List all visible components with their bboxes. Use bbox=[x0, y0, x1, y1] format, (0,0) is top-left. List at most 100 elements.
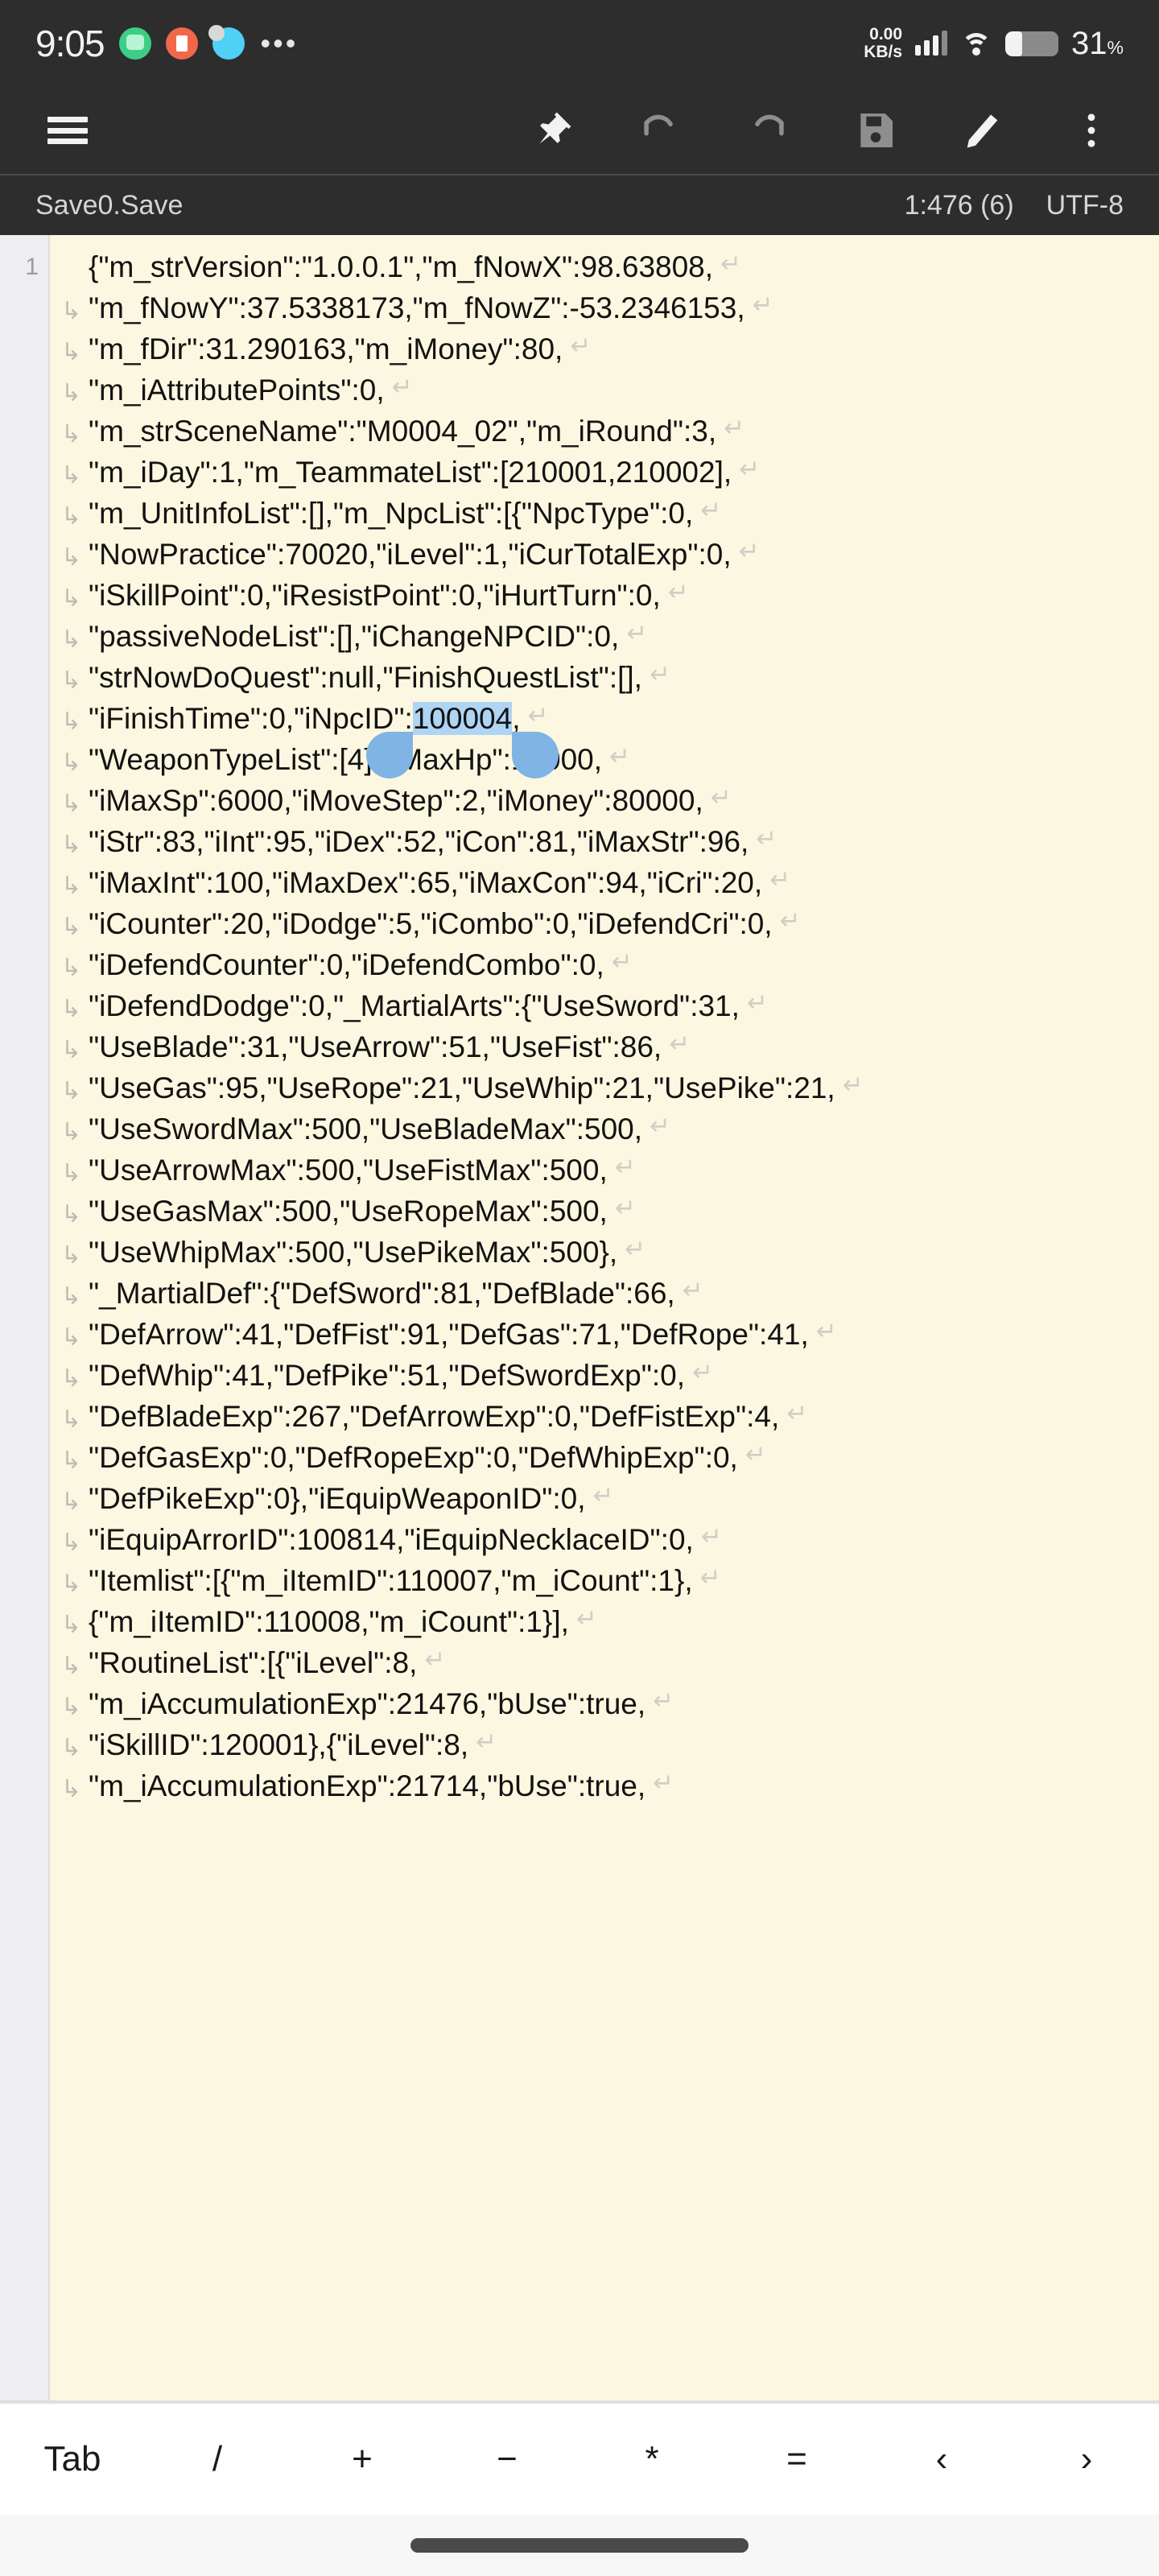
code-line[interactable]: ↳ "NowPractice":70020,"iLevel":1,"iCurTot… bbox=[50, 534, 1159, 575]
wrap-continuation-icon: ↳ bbox=[61, 1324, 82, 1351]
wrap-continuation-icon: ↳ bbox=[61, 1160, 82, 1187]
code-line[interactable]: ↳ "DefPikeExp":0},"iEquipWeaponID":0, ↵ bbox=[50, 1478, 1159, 1519]
code-line[interactable]: ↳{"m_strVersion":"1.0.0.1","m_fNowX":98.… bbox=[50, 246, 1159, 287]
line-number-blank bbox=[0, 985, 48, 1026]
soft-wrap-arrow-icon: ↵ bbox=[653, 1686, 674, 1715]
code-content-area[interactable]: ↳ {"m_strVersion":"1.0.0.1","m_fNowX":98.… bbox=[50, 235, 1159, 2402]
wrap-continuation-icon: ↳ bbox=[61, 1447, 82, 1474]
code-line[interactable]: ↳ "m_fNowY":37.5338173,"m_fNowZ":-53.2346… bbox=[50, 287, 1159, 328]
network-speed-indicator: 0.00 KB/s bbox=[864, 25, 902, 61]
soft-wrap-arrow-icon: ↵ bbox=[649, 660, 670, 688]
key-tab[interactable]: Tab bbox=[0, 2442, 145, 2477]
line-number-blank bbox=[0, 739, 48, 780]
wrap-continuation-icon: ↳ bbox=[61, 503, 82, 530]
code-line[interactable]: ↳ "m_iAccumulationExp":21476,"bUse":true,… bbox=[50, 1683, 1159, 1724]
code-line[interactable]: ↳ "m_iAccumulationExp":21714,"bUse":true,… bbox=[50, 1765, 1159, 1806]
code-line[interactable]: ↳ "UseGas":95,"UseRope":21,"UseWhip":21,"… bbox=[50, 1067, 1159, 1108]
code-line[interactable]: ↳ {"m_iItemID":110008,"m_iCount":1}], ↵ bbox=[50, 1601, 1159, 1642]
soft-wrap-arrow-icon: ↵ bbox=[692, 1358, 713, 1386]
line-number-blank bbox=[0, 1232, 48, 1273]
code-line[interactable]: ↳ "UseSwordMax":500,"UseBladeMax":500, ↵ bbox=[50, 1108, 1159, 1150]
key-plus[interactable]: + bbox=[290, 2442, 435, 2477]
line-number: 1 bbox=[25, 254, 39, 280]
code-line[interactable]: ↳ "iStr":83,"iInt":95,"iDex":52,"iCon":81… bbox=[50, 821, 1159, 862]
wrap-continuation-icon: ↳ bbox=[61, 832, 82, 858]
code-text: "iDefendDodge":0,"_MartialArts":{"UseSwo… bbox=[89, 989, 740, 1022]
soft-wrap-arrow-icon: ↵ bbox=[476, 1728, 497, 1756]
wrap-continuation-icon: ↳ bbox=[61, 1119, 82, 1146]
soft-wrap-arrow-icon: ↵ bbox=[527, 701, 549, 729]
code-text: "DefWhip":41,"DefPike":51,"DefSwordExp":… bbox=[89, 1359, 686, 1392]
code-text: "UseArrowMax":500,"UseFistMax":500, bbox=[89, 1154, 608, 1187]
code-line[interactable]: ↳ "RoutineList":[{"iLevel":8, ↵ bbox=[50, 1642, 1159, 1683]
code-line[interactable]: ↳ "iDefendCounter":0,"iDefendCombo":0, ↵ bbox=[50, 944, 1159, 985]
soft-wrap-arrow-icon: ↵ bbox=[720, 250, 742, 278]
code-line[interactable]: ↳ "m_strSceneName":"M0004_02","m_iRound":… bbox=[50, 411, 1159, 452]
code-line[interactable]: ↳ "m_fDir":31.290163,"m_iMoney":80, ↵ bbox=[50, 328, 1159, 369]
code-line[interactable]: ↳ "iDefendDodge":0,"_MartialArts":{"UseSw… bbox=[50, 985, 1159, 1026]
selected-text[interactable]: 100004 bbox=[412, 702, 513, 735]
soft-wrap-arrow-icon: ↵ bbox=[611, 947, 633, 976]
soft-wrap-arrow-icon: ↵ bbox=[609, 742, 631, 770]
code-line[interactable]: ↳ "UseBlade":31,"UseArrow":51,"UseFist":8… bbox=[50, 1026, 1159, 1067]
line-number-gutter: 1 bbox=[0, 235, 50, 2402]
redo-icon bbox=[755, 114, 784, 136]
code-line[interactable]: ↳ "iSkillID":120001},{"iLevel":8, ↵ bbox=[50, 1724, 1159, 1765]
code-line[interactable]: ↳ "iMaxInt":100,"iMaxDex":65,"iMaxCon":94… bbox=[50, 862, 1159, 903]
soft-wrap-arrow-icon: ↵ bbox=[746, 989, 768, 1017]
symbol-key-row[interactable]: Tab / + − * = ‹ › bbox=[0, 2402, 1159, 2515]
code-text: "iMaxSp":6000,"iMoveStep":2,"iMoney":800… bbox=[89, 784, 703, 817]
code-line[interactable]: ↳ "iSkillPoint":0,"iResistPoint":0,"iHurt… bbox=[50, 575, 1159, 616]
save-button[interactable] bbox=[840, 95, 911, 166]
soft-wrap-arrow-icon: ↵ bbox=[575, 1604, 597, 1633]
editor-bottom-divider bbox=[0, 2401, 1159, 2402]
gesture-pill[interactable] bbox=[410, 2538, 749, 2553]
code-line[interactable]: ↳ "UseGasMax":500,"UseRopeMax":500, ↵ bbox=[50, 1191, 1159, 1232]
code-line[interactable]: ↳ "DefBladeExp":267,"DefArrowExp":0,"DefF… bbox=[50, 1396, 1159, 1437]
code-line[interactable]: ↳ "strNowDoQuest":null,"FinishQuestList":… bbox=[50, 657, 1159, 698]
code-line[interactable]: ↳ "iCounter":20,"iDodge":5,"iCombo":0,"iD… bbox=[50, 903, 1159, 944]
undo-button[interactable] bbox=[625, 95, 695, 166]
code-line[interactable]: ↳ "passiveNodeList":[],"iChangeNPCID":0, ↵ bbox=[50, 616, 1159, 657]
key-slash[interactable]: / bbox=[145, 2442, 290, 2477]
line-number-blank bbox=[0, 534, 48, 575]
key-greater-than[interactable]: › bbox=[1014, 2442, 1159, 2477]
wrap-continuation-icon: ↳ bbox=[61, 749, 82, 776]
text-editor[interactable]: 1 ↳ {"m_strVersion":"1.0.0.1","m_fNowX":9… bbox=[0, 235, 1159, 2402]
line-number-blank bbox=[0, 1478, 48, 1519]
code-line[interactable]: ↳ "Itemlist":[{"m_iItemID":110007,"m_iCou… bbox=[50, 1560, 1159, 1601]
code-line[interactable]: ↳ "UseArrowMax":500,"UseFistMax":500, ↵ bbox=[50, 1150, 1159, 1191]
wrap-continuation-icon: ↳ bbox=[61, 667, 82, 694]
code-line[interactable]: ↳ "DefWhip":41,"DefPike":51,"DefSwordExp"… bbox=[50, 1355, 1159, 1396]
key-minus[interactable]: − bbox=[435, 2442, 580, 2477]
code-line[interactable]: ↳ "_MartialDef":{"DefSword":81,"DefBlade"… bbox=[50, 1273, 1159, 1314]
code-line[interactable]: ↳ "iEquipArrorID":100814,"iEquipNecklaceI… bbox=[50, 1519, 1159, 1560]
wrap-continuation-icon: ↳ bbox=[61, 791, 82, 817]
code-line[interactable]: ↳ "iMaxSp":6000,"iMoveStep":2,"iMoney":80… bbox=[50, 780, 1159, 821]
key-asterisk[interactable]: * bbox=[580, 2442, 724, 2477]
code-line[interactable]: ↳ "m_iDay":1,"m_TeammateList":[210001,210… bbox=[50, 452, 1159, 493]
key-less-than[interactable]: ‹ bbox=[869, 2442, 1014, 2477]
line-number-blank bbox=[0, 1355, 48, 1396]
code-line[interactable]: ↳ "DefArrow":41,"DefFist":91,"DefGas":71,… bbox=[50, 1314, 1159, 1355]
key-equals[interactable]: = bbox=[724, 2442, 869, 2477]
code-line[interactable]: ↳ "DefGasExp":0,"DefRopeExp":0,"DefWhipEx… bbox=[50, 1437, 1159, 1478]
line-number-blank bbox=[0, 411, 48, 452]
code-line[interactable]: ↳ "iFinishTime":0,"iNpcID":100004, ↵ bbox=[50, 698, 1159, 739]
wrap-continuation-icon: ↳ bbox=[61, 380, 82, 407]
soft-wrap-arrow-icon: ↵ bbox=[614, 1153, 636, 1181]
more-options-button[interactable] bbox=[1056, 95, 1127, 166]
battery-percent-value: 31 bbox=[1071, 25, 1107, 61]
code-text: "UseWhipMax":500,"UsePikeMax":500}, bbox=[89, 1236, 618, 1269]
code-line[interactable]: ↳ "m_iAttributePoints":0, ↵ bbox=[50, 369, 1159, 411]
wrap-continuation-icon: ↳ bbox=[61, 339, 82, 365]
edit-button[interactable] bbox=[948, 95, 1019, 166]
code-line[interactable]: ↳ "UseWhipMax":500,"UsePikeMax":500}, ↵ bbox=[50, 1232, 1159, 1273]
wrap-continuation-icon: ↳ bbox=[61, 1406, 82, 1433]
redo-button[interactable] bbox=[732, 95, 803, 166]
code-line[interactable]: ↳ "WeaponTypeList":[4],"iMaxHp":18000, ↵ bbox=[50, 739, 1159, 780]
menu-button[interactable] bbox=[32, 95, 103, 166]
pin-button[interactable] bbox=[517, 95, 588, 166]
wrap-continuation-icon: ↳ bbox=[61, 708, 82, 735]
code-line[interactable]: ↳ "m_UnitInfoList":[],"m_NpcList":[{"NpcT… bbox=[50, 493, 1159, 534]
